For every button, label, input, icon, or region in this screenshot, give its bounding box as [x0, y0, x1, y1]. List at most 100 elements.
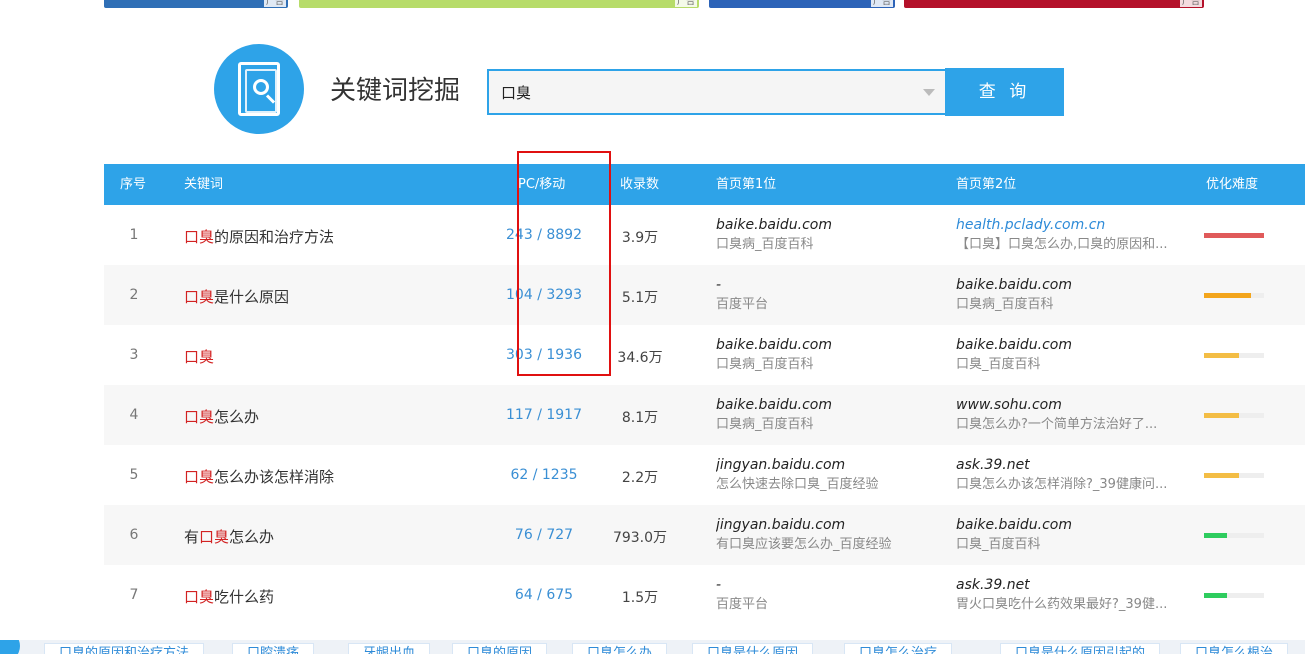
- pc-mobile-value[interactable]: 64 / 675: [484, 587, 604, 603]
- rank1-domain[interactable]: jingyan.baidu.com: [716, 456, 946, 476]
- rank2-domain[interactable]: ask.39.net: [956, 456, 1192, 476]
- keyword-link[interactable]: 口臭怎么办: [184, 406, 259, 427]
- document-search-icon: [238, 62, 280, 116]
- related-tag[interactable]: 口臭的原因和治疗方法: [44, 643, 205, 654]
- search-box: [487, 69, 945, 115]
- rank1-result[interactable]: jingyan.baidu.com 有口臭应该要怎么办_百度经验: [716, 516, 946, 554]
- rank2-domain[interactable]: www.sohu.com: [956, 396, 1192, 416]
- pc-mobile-value[interactable]: 117 / 1917: [484, 407, 604, 423]
- rank1-domain[interactable]: -: [716, 276, 946, 296]
- rank1-result[interactable]: baike.baidu.com 口臭病_百度百科: [716, 216, 946, 254]
- rank2-result[interactable]: baike.baidu.com 口臭_百度百科: [956, 516, 1192, 554]
- difficulty-bar-fill: [1204, 353, 1239, 358]
- related-tag[interactable]: 牙龈出血: [348, 643, 431, 654]
- rank2-domain[interactable]: ask.39.net: [956, 576, 1192, 596]
- tool-logo: [214, 44, 304, 134]
- related-tag[interactable]: 口臭的原因: [452, 643, 548, 654]
- table-row: 5 口臭怎么办该怎样消除 62 / 1235 2.2万 jingyan.baidu.co…: [104, 445, 1305, 505]
- keyword-highlight: 口臭: [184, 348, 215, 366]
- rank2-result[interactable]: baike.baidu.com 口臭病_百度百科: [956, 276, 1192, 314]
- row-index: 2: [129, 287, 139, 303]
- keyword-link[interactable]: 有口臭怎么办: [184, 526, 274, 547]
- rank1-desc: 口臭病_百度百科: [716, 417, 814, 432]
- rank2-desc: 【口臭】口臭怎么办,口臭的原因和...: [956, 237, 1168, 252]
- rank2-result[interactable]: ask.39.net 胃火口臭吃什么药效果最好?_39健...: [956, 576, 1192, 614]
- pc-mobile-value[interactable]: 303 / 1936: [484, 347, 604, 363]
- related-tag[interactable]: 口臭是什么原因: [692, 643, 814, 654]
- keyword-highlight: 口臭: [184, 408, 215, 426]
- keyword-link[interactable]: 口臭的原因和治疗方法: [184, 226, 334, 247]
- col-indexed[interactable]: 收录数: [620, 164, 659, 205]
- related-tag[interactable]: 口臭怎么根治: [1180, 643, 1289, 654]
- keyword-highlight: 口臭: [184, 468, 215, 486]
- circle-icon: [0, 640, 20, 654]
- rank1-domain[interactable]: baike.baidu.com: [716, 336, 946, 356]
- keyword-highlight: 口臭: [199, 528, 230, 546]
- keyword-link[interactable]: 口臭怎么办该怎样消除: [184, 466, 334, 487]
- search-button[interactable]: 查 询: [945, 68, 1064, 116]
- rank1-domain[interactable]: -: [716, 576, 946, 596]
- col-rank2: 首页第2位: [956, 177, 1017, 192]
- keyword-suffix: 怎么办: [214, 408, 260, 426]
- table-row: 4 口臭怎么办 117 / 1917 8.1万 baike.baidu.com 口臭病_百…: [104, 385, 1305, 445]
- ad-banner-3[interactable]: 广告: [709, 0, 895, 8]
- rank1-desc: 有口臭应该要怎么办_百度经验: [716, 537, 892, 552]
- difficulty-bar-fill: [1204, 593, 1227, 598]
- related-tag[interactable]: 口腔溃疡: [232, 643, 315, 654]
- keyword-link[interactable]: 口臭: [184, 346, 214, 367]
- keyword-suffix: 怎么办该怎样消除: [214, 468, 335, 486]
- rank2-domain[interactable]: baike.baidu.com: [956, 516, 1192, 536]
- keyword-link[interactable]: 口臭是什么原因: [184, 286, 289, 307]
- keyword-highlight: 口臭: [184, 228, 215, 246]
- ad-banner-4[interactable]: 广告: [904, 0, 1204, 8]
- rank1-result[interactable]: baike.baidu.com 口臭病_百度百科: [716, 396, 946, 434]
- pc-mobile-value[interactable]: 76 / 727: [484, 527, 604, 543]
- related-tag[interactable]: 口臭是什么原因引起的: [1000, 643, 1161, 654]
- keyword-highlight: 口臭: [184, 288, 215, 306]
- col-index: 序号: [120, 177, 147, 192]
- pc-mobile-value[interactable]: 243 / 8892: [484, 227, 604, 243]
- rank1-result[interactable]: baike.baidu.com 口臭病_百度百科: [716, 336, 946, 374]
- row-index: 1: [129, 227, 139, 243]
- rank2-domain[interactable]: baike.baidu.com: [956, 336, 1192, 356]
- rank1-domain[interactable]: baike.baidu.com: [716, 216, 946, 236]
- keyword-link[interactable]: 口臭吃什么药: [184, 586, 274, 607]
- pc-mobile-value[interactable]: 62 / 1235: [484, 467, 604, 483]
- keyword-suffix: 是什么原因: [214, 288, 290, 306]
- ad-strip: 广告 广告 广告 广告: [0, 0, 1305, 10]
- difficulty-bar: [1204, 353, 1264, 358]
- rank1-domain[interactable]: jingyan.baidu.com: [716, 516, 946, 536]
- table-row: 7 口臭吃什么药 64 / 675 1.5万 - 百度平台 ask.39.net 胃火口臭吃什…: [104, 565, 1305, 625]
- rank2-result[interactable]: health.pclady.com.cn 【口臭】口臭怎么办,口臭的原因和...: [956, 216, 1192, 254]
- related-tag[interactable]: 口臭怎么治疗: [844, 643, 953, 654]
- rank1-result[interactable]: - 百度平台: [716, 576, 946, 614]
- table-row: 3 口臭 303 / 1936 34.6万 baike.baidu.com 口臭病_百度百…: [104, 325, 1305, 385]
- difficulty-bar: [1204, 473, 1264, 478]
- table-header: 序号 关键词 PC/移动 收录数 首页第1位 首页第2位 优化难度: [104, 164, 1305, 205]
- keyword-suffix: 吃什么药: [214, 588, 275, 606]
- rank1-result[interactable]: - 百度平台: [716, 276, 946, 314]
- rank1-domain[interactable]: baike.baidu.com: [716, 396, 946, 416]
- ad-banner-2[interactable]: 广告: [299, 0, 699, 8]
- rank2-result[interactable]: baike.baidu.com 口臭_百度百科: [956, 336, 1192, 374]
- rank2-domain[interactable]: health.pclady.com.cn: [956, 216, 1192, 236]
- search-input[interactable]: [489, 71, 909, 113]
- related-tag[interactable]: 口臭怎么办: [572, 643, 668, 654]
- rank2-result[interactable]: www.sohu.com 口臭怎么办?一个简单方法治好了...: [956, 396, 1192, 434]
- row-index: 4: [129, 407, 139, 423]
- ad-banner-1[interactable]: 广告: [104, 0, 288, 8]
- row-index: 7: [129, 587, 139, 603]
- rank2-domain[interactable]: baike.baidu.com: [956, 276, 1192, 296]
- rank1-result[interactable]: jingyan.baidu.com 怎么快速去除口臭_百度经验: [716, 456, 946, 494]
- keyword-suffix: 的原因和治疗方法: [214, 228, 335, 246]
- keyword-suffix: 怎么办: [229, 528, 275, 546]
- rank1-desc: 口臭病_百度百科: [716, 357, 814, 372]
- keyword-table: 序号 关键词 PC/移动 收录数 首页第1位 首页第2位 优化难度 1 口臭的原因…: [104, 164, 1305, 625]
- pc-mobile-value[interactable]: 104 / 3293: [484, 287, 604, 303]
- rank2-result[interactable]: ask.39.net 口臭怎么办该怎样消除?_39健康问...: [956, 456, 1192, 494]
- difficulty-bar: [1204, 413, 1264, 418]
- page: 广告 广告 广告 广告 关键词挖掘 查 询 序号 关键词 PC/移动 收录数 首…: [0, 0, 1305, 654]
- col-pc-mobile[interactable]: PC/移动: [518, 164, 565, 205]
- chevron-down-icon[interactable]: [923, 89, 935, 96]
- row-index: 5: [129, 467, 139, 483]
